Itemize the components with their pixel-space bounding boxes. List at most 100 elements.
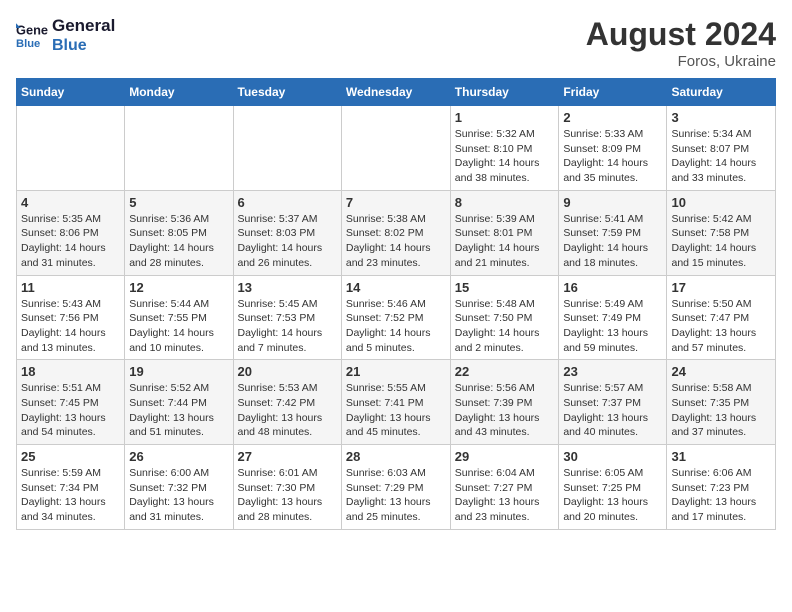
weekday-header: Sunday bbox=[17, 79, 125, 106]
day-info: Sunrise: 5:39 AMSunset: 8:01 PMDaylight:… bbox=[455, 212, 555, 271]
calendar-cell: 6 Sunrise: 5:37 AMSunset: 8:03 PMDaylight… bbox=[233, 190, 341, 275]
calendar-cell: 30 Sunrise: 6:05 AMSunset: 7:25 PMDayligh… bbox=[559, 445, 667, 530]
day-number: 6 bbox=[238, 195, 337, 210]
day-number: 26 bbox=[129, 449, 228, 464]
calendar-cell: 4 Sunrise: 5:35 AMSunset: 8:06 PMDaylight… bbox=[17, 190, 125, 275]
calendar-cell bbox=[233, 106, 341, 191]
day-number: 20 bbox=[238, 364, 337, 379]
day-info: Sunrise: 5:53 AMSunset: 7:42 PMDaylight:… bbox=[238, 381, 337, 440]
day-info: Sunrise: 5:48 AMSunset: 7:50 PMDaylight:… bbox=[455, 297, 555, 356]
calendar-cell bbox=[17, 106, 125, 191]
day-info: Sunrise: 5:32 AMSunset: 8:10 PMDaylight:… bbox=[455, 127, 555, 186]
day-info: Sunrise: 5:46 AMSunset: 7:52 PMDaylight:… bbox=[346, 297, 446, 356]
weekday-header: Thursday bbox=[450, 79, 559, 106]
calendar-cell: 23Sunrise: 5:57 AMSunset: 7:37 PMDayligh… bbox=[559, 360, 667, 445]
calendar-cell: 11 Sunrise: 5:43 AMSunset: 7:56 PMDayligh… bbox=[17, 275, 125, 360]
day-number: 25 bbox=[21, 449, 120, 464]
day-number: 9 bbox=[563, 195, 662, 210]
calendar-cell: 3 Sunrise: 5:34 AMSunset: 8:07 PMDaylight… bbox=[667, 106, 776, 191]
day-info: Sunrise: 5:55 AMSunset: 7:41 PMDaylight:… bbox=[346, 381, 446, 440]
day-info: Sunrise: 5:57 AMSunset: 7:37 PMDaylight:… bbox=[563, 381, 662, 440]
calendar-cell: 1 Sunrise: 5:32 AMSunset: 8:10 PMDaylight… bbox=[450, 106, 559, 191]
day-info: Sunrise: 5:45 AMSunset: 7:53 PMDaylight:… bbox=[238, 297, 337, 356]
day-number: 11 bbox=[21, 280, 120, 295]
day-info: Sunrise: 6:04 AMSunset: 7:27 PMDaylight:… bbox=[455, 466, 555, 525]
day-number: 3 bbox=[671, 110, 771, 125]
day-info: Sunrise: 6:05 AMSunset: 7:25 PMDaylight:… bbox=[563, 466, 662, 525]
day-number: 29 bbox=[455, 449, 555, 464]
day-number: 12 bbox=[129, 280, 228, 295]
day-info: Sunrise: 5:41 AMSunset: 7:59 PMDaylight:… bbox=[563, 212, 662, 271]
svg-text:Blue: Blue bbox=[16, 38, 40, 50]
calendar-cell: 16 Sunrise: 5:49 AMSunset: 7:49 PMDayligh… bbox=[559, 275, 667, 360]
day-number: 24 bbox=[671, 364, 771, 379]
calendar-table: SundayMondayTuesdayWednesdayThursdayFrid… bbox=[16, 78, 776, 530]
day-number: 22 bbox=[455, 364, 555, 379]
calendar-cell: 14 Sunrise: 5:46 AMSunset: 7:52 PMDayligh… bbox=[341, 275, 450, 360]
day-number: 21 bbox=[346, 364, 446, 379]
day-number: 8 bbox=[455, 195, 555, 210]
weekday-header: Saturday bbox=[667, 79, 776, 106]
calendar-cell: 2 Sunrise: 5:33 AMSunset: 8:09 PMDaylight… bbox=[559, 106, 667, 191]
day-info: Sunrise: 5:44 AMSunset: 7:55 PMDaylight:… bbox=[129, 297, 228, 356]
location: Foros, Ukraine bbox=[586, 53, 776, 70]
calendar-cell: 28Sunrise: 6:03 AMSunset: 7:29 PMDayligh… bbox=[341, 445, 450, 530]
day-info: Sunrise: 5:35 AMSunset: 8:06 PMDaylight:… bbox=[21, 212, 120, 271]
calendar-cell: 5Sunrise: 5:36 AMSunset: 8:05 PMDaylight… bbox=[125, 190, 233, 275]
calendar-cell: 22 Sunrise: 5:56 AMSunset: 7:39 PMDayligh… bbox=[450, 360, 559, 445]
day-number: 19 bbox=[129, 364, 228, 379]
day-info: Sunrise: 5:50 AMSunset: 7:47 PMDaylight:… bbox=[671, 297, 771, 356]
logo-icon: General Blue bbox=[16, 20, 48, 52]
calendar-cell: 25Sunrise: 5:59 AMSunset: 7:34 PMDayligh… bbox=[17, 445, 125, 530]
day-info: Sunrise: 6:00 AMSunset: 7:32 PMDaylight:… bbox=[129, 466, 228, 525]
day-number: 15 bbox=[455, 280, 555, 295]
day-number: 7 bbox=[346, 195, 446, 210]
calendar-cell: 20 Sunrise: 5:53 AMSunset: 7:42 PMDayligh… bbox=[233, 360, 341, 445]
day-info: Sunrise: 5:52 AMSunset: 7:44 PMDaylight:… bbox=[129, 381, 228, 440]
calendar-cell: 21 Sunrise: 5:55 AMSunset: 7:41 PMDayligh… bbox=[341, 360, 450, 445]
day-number: 27 bbox=[238, 449, 337, 464]
calendar-cell: 29 Sunrise: 6:04 AMSunset: 7:27 PMDayligh… bbox=[450, 445, 559, 530]
calendar-cell: 31Sunrise: 6:06 AMSunset: 7:23 PMDayligh… bbox=[667, 445, 776, 530]
day-number: 2 bbox=[563, 110, 662, 125]
calendar-cell: 26 Sunrise: 6:00 AMSunset: 7:32 PMDayligh… bbox=[125, 445, 233, 530]
calendar-cell: 24 Sunrise: 5:58 AMSunset: 7:35 PMDayligh… bbox=[667, 360, 776, 445]
calendar-cell: 13 Sunrise: 5:45 AMSunset: 7:53 PMDayligh… bbox=[233, 275, 341, 360]
calendar-cell: 7Sunrise: 5:38 AMSunset: 8:02 PMDaylight… bbox=[341, 190, 450, 275]
logo-general: General bbox=[52, 16, 115, 36]
calendar-cell: 15 Sunrise: 5:48 AMSunset: 7:50 PMDayligh… bbox=[450, 275, 559, 360]
calendar-cell: 9 Sunrise: 5:41 AMSunset: 7:59 PMDaylight… bbox=[559, 190, 667, 275]
day-info: Sunrise: 5:58 AMSunset: 7:35 PMDaylight:… bbox=[671, 381, 771, 440]
day-number: 17 bbox=[671, 280, 771, 295]
day-info: Sunrise: 5:42 AMSunset: 7:58 PMDaylight:… bbox=[671, 212, 771, 271]
logo-blue: Blue bbox=[52, 36, 115, 55]
weekday-header: Friday bbox=[559, 79, 667, 106]
day-info: Sunrise: 5:37 AMSunset: 8:03 PMDaylight:… bbox=[238, 212, 337, 271]
day-number: 13 bbox=[238, 280, 337, 295]
calendar-cell: 8 Sunrise: 5:39 AMSunset: 8:01 PMDaylight… bbox=[450, 190, 559, 275]
day-number: 1 bbox=[455, 110, 555, 125]
svg-text:General: General bbox=[16, 22, 48, 37]
day-info: Sunrise: 5:56 AMSunset: 7:39 PMDaylight:… bbox=[455, 381, 555, 440]
weekday-header: Wednesday bbox=[341, 79, 450, 106]
day-number: 28 bbox=[346, 449, 446, 464]
day-number: 14 bbox=[346, 280, 446, 295]
day-number: 30 bbox=[563, 449, 662, 464]
day-info: Sunrise: 5:34 AMSunset: 8:07 PMDaylight:… bbox=[671, 127, 771, 186]
calendar-cell: 18Sunrise: 5:51 AMSunset: 7:45 PMDayligh… bbox=[17, 360, 125, 445]
day-info: Sunrise: 5:43 AMSunset: 7:56 PMDaylight:… bbox=[21, 297, 120, 356]
day-number: 31 bbox=[671, 449, 771, 464]
page-header: General Blue General Blue August 2024 Fo… bbox=[16, 16, 776, 70]
day-number: 4 bbox=[21, 195, 120, 210]
weekday-header: Monday bbox=[125, 79, 233, 106]
day-info: Sunrise: 6:01 AMSunset: 7:30 PMDaylight:… bbox=[238, 466, 337, 525]
day-info: Sunrise: 5:36 AMSunset: 8:05 PMDaylight:… bbox=[129, 212, 228, 271]
month-year: August 2024 bbox=[586, 16, 776, 53]
day-number: 18 bbox=[21, 364, 120, 379]
calendar-cell bbox=[341, 106, 450, 191]
day-info: Sunrise: 5:49 AMSunset: 7:49 PMDaylight:… bbox=[563, 297, 662, 356]
day-number: 16 bbox=[563, 280, 662, 295]
day-info: Sunrise: 5:33 AMSunset: 8:09 PMDaylight:… bbox=[563, 127, 662, 186]
day-number: 10 bbox=[671, 195, 771, 210]
title-block: August 2024 Foros, Ukraine bbox=[586, 16, 776, 70]
